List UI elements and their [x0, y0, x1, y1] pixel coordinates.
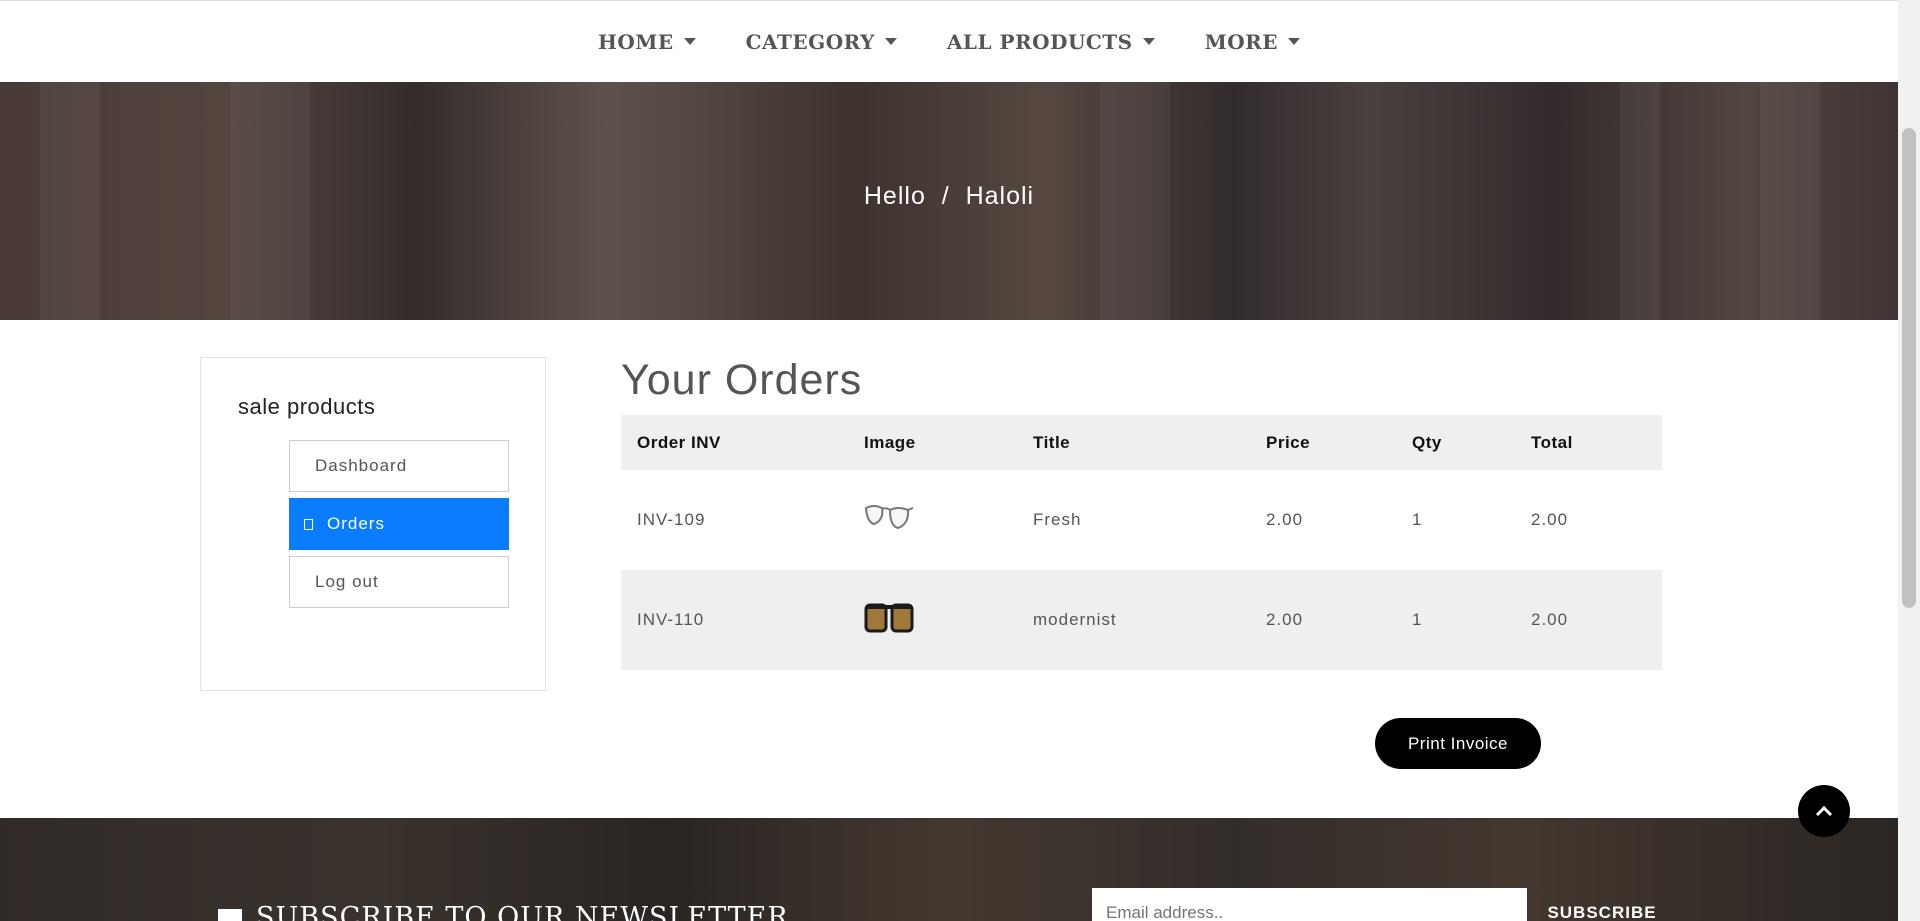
- sidebar-item-logout[interactable]: Log out: [289, 556, 509, 608]
- nav-all-products[interactable]: ALL PRODUCTS: [947, 30, 1155, 54]
- nav-all-products-label: ALL PRODUCTS: [946, 29, 1133, 54]
- subscribe-button[interactable]: SUBSCRIBE: [1527, 888, 1677, 921]
- hero-breadcrumb: Hello / Haloli: [863, 182, 1035, 210]
- account-sidebar: sale products Dashboard Orders Log out: [200, 357, 546, 691]
- order-price: 2.00: [1266, 510, 1304, 529]
- caret-down-icon: [1142, 38, 1155, 45]
- sidebar-item-label: Log out: [315, 572, 379, 591]
- column-header-image: Image: [848, 415, 1017, 470]
- nav-category-label: CATEGORY: [745, 29, 875, 54]
- top-navigation: HOME CATEGORY ALL PRODUCTS MORE: [0, 0, 1898, 82]
- nav-more[interactable]: MORE: [1204, 29, 1301, 54]
- envelope-icon: [218, 908, 242, 921]
- caret-down-icon: [884, 38, 897, 45]
- order-total: 2.00: [1531, 510, 1569, 529]
- table-header-row: Order INV Image Title Price Qty Total: [621, 415, 1662, 470]
- page-title: Your Orders: [621, 356, 863, 404]
- newsletter-heading: SUBSCRIBE TO OUR NEWSLETTER: [218, 902, 789, 921]
- order-image-cell: [848, 570, 1017, 670]
- hero-banner: Hello / Haloli: [0, 82, 1898, 320]
- caret-down-icon: [1288, 38, 1301, 45]
- scrollbar-thumb[interactable]: [1902, 128, 1916, 608]
- page-scrollbar[interactable]: [1898, 0, 1920, 921]
- chevron-up-icon: [1815, 805, 1833, 817]
- column-header-total: Total: [1515, 415, 1662, 470]
- nav-home-label: HOME: [597, 29, 674, 54]
- nav-more-label: MORE: [1204, 29, 1279, 54]
- order-inv: INV-109: [637, 510, 706, 529]
- order-total: 2.00: [1515, 570, 1662, 670]
- table-row: INV-109 Fresh 2.00 1 2.00: [621, 470, 1662, 570]
- column-header-order-inv: Order INV: [621, 415, 848, 470]
- sidebar-item-label: Orders: [327, 514, 385, 533]
- sidebar-title: sale products: [238, 394, 376, 419]
- newsletter-footer: SUBSCRIBE TO OUR NEWSLETTER SUBSCRIBE: [0, 818, 1898, 921]
- order-title: modernist: [1017, 570, 1250, 670]
- column-header-price: Price: [1250, 415, 1396, 470]
- tinted-sunglasses-icon[interactable]: [864, 600, 914, 636]
- table-row: INV-110 modernist 2.00 1 2.00: [621, 570, 1662, 670]
- order-qty: 1: [1396, 570, 1515, 670]
- orders-table: Order INV Image Title Price Qty Total IN…: [621, 415, 1662, 670]
- newsletter-title: SUBSCRIBE TO OUR NEWSLETTER: [256, 902, 789, 921]
- email-input[interactable]: [1092, 888, 1527, 921]
- order-price: 2.00: [1250, 570, 1396, 670]
- shopping-bag-icon: [304, 518, 313, 530]
- order-image-cell: [848, 470, 1017, 570]
- nav-home[interactable]: HOME: [598, 30, 696, 54]
- column-header-title: Title: [1017, 415, 1250, 470]
- order-inv: INV-110: [621, 570, 848, 670]
- caret-down-icon: [683, 38, 696, 45]
- clear-glasses-icon[interactable]: [864, 500, 914, 536]
- column-header-qty: Qty: [1396, 415, 1515, 470]
- sidebar-item-dashboard[interactable]: Dashboard: [289, 440, 509, 492]
- order-qty: 1: [1412, 510, 1423, 529]
- scroll-to-top-button[interactable]: [1798, 785, 1850, 837]
- nav-category[interactable]: CATEGORY: [746, 30, 897, 54]
- order-title: Fresh: [1033, 510, 1082, 529]
- sidebar-item-orders[interactable]: Orders: [289, 498, 509, 550]
- sidebar-item-label: Dashboard: [315, 456, 408, 475]
- print-invoice-button[interactable]: Print Invoice: [1375, 718, 1541, 769]
